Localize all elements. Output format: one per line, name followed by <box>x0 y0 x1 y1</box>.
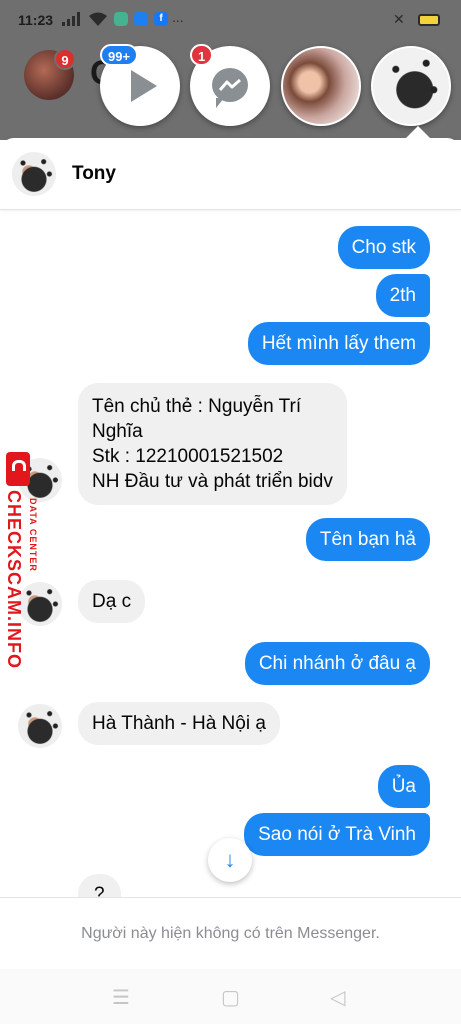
message-line: Tên chủ thẻ : Nguyễn Trí <box>92 396 302 417</box>
messenger-bolt-icon <box>219 79 241 91</box>
facebook-icon: f <box>154 12 168 26</box>
wifi-icon <box>89 12 107 26</box>
message-line: NH Đầu tư và phát triển bidv <box>92 471 333 492</box>
unavailable-notice: Người này hiện không có trên Messenger. <box>0 897 461 969</box>
chat-header[interactable]: Tony <box>0 138 461 210</box>
message-outgoing: Sao nói ở Trà Vinh <box>244 813 430 856</box>
mute-icon: ✕ <box>393 11 405 27</box>
message-outgoing: Ủa <box>377 765 430 808</box>
message-incoming: Hà Thành - Hà Nội ạ <box>78 702 280 745</box>
message-text: ? <box>94 884 105 898</box>
contact-name[interactable]: Tony <box>72 163 116 185</box>
chathead-contact[interactable] <box>281 46 361 126</box>
home-icon[interactable]: ▢ <box>221 985 240 1010</box>
play-icon <box>131 70 157 102</box>
avatar[interactable] <box>18 704 62 748</box>
watermark-sub: DATA CENTER <box>28 498 38 572</box>
scroll-to-bottom-button[interactable]: ↓ <box>208 838 252 882</box>
signal-icon <box>62 12 80 26</box>
arrow-down-icon: ↓ <box>224 847 236 872</box>
watermark-lock-icon <box>6 452 30 486</box>
back-icon[interactable]: ◁ <box>330 985 345 1010</box>
chathead-video-badge: 99+ <box>100 44 139 66</box>
background-badge: 9 <box>54 48 76 70</box>
more-dots-icon: ... <box>172 9 184 25</box>
message-outgoing: 2th <box>375 274 430 317</box>
panel-pointer <box>406 126 430 138</box>
chathead-messenger-badge: 1 <box>190 44 214 66</box>
message-line: Nghĩa <box>92 421 143 442</box>
status-time: 11:23 <box>18 12 54 28</box>
message-line: Stk : 12210001521502 <box>92 446 284 467</box>
message-outgoing: Chi nhánh ở đâu ạ <box>244 642 430 685</box>
message-outgoing: Tên bạn hả <box>305 518 430 561</box>
app-icon <box>114 12 128 26</box>
avatar[interactable] <box>12 152 56 196</box>
message-outgoing: Hết mình lấy them <box>247 322 430 365</box>
message-incoming: Dạ c <box>78 580 146 623</box>
avatar[interactable] <box>18 582 62 626</box>
status-bar: 11:23 f ... ✕ <box>0 0 461 40</box>
messenger-icon <box>134 12 148 26</box>
system-nav-bar: ☰ ▢ ◁ <box>0 969 461 1024</box>
menu-icon[interactable]: ☰ <box>112 985 130 1010</box>
message-incoming: Tên chủ thẻ : Nguyễn Trí Nghĩa Stk : 122… <box>78 383 347 505</box>
chathead-tony[interactable] <box>371 46 451 126</box>
watermark-brand: CHECKSCAM.INFO <box>4 490 24 669</box>
message-outgoing: Cho stk <box>337 226 430 269</box>
battery-icon <box>418 14 440 26</box>
